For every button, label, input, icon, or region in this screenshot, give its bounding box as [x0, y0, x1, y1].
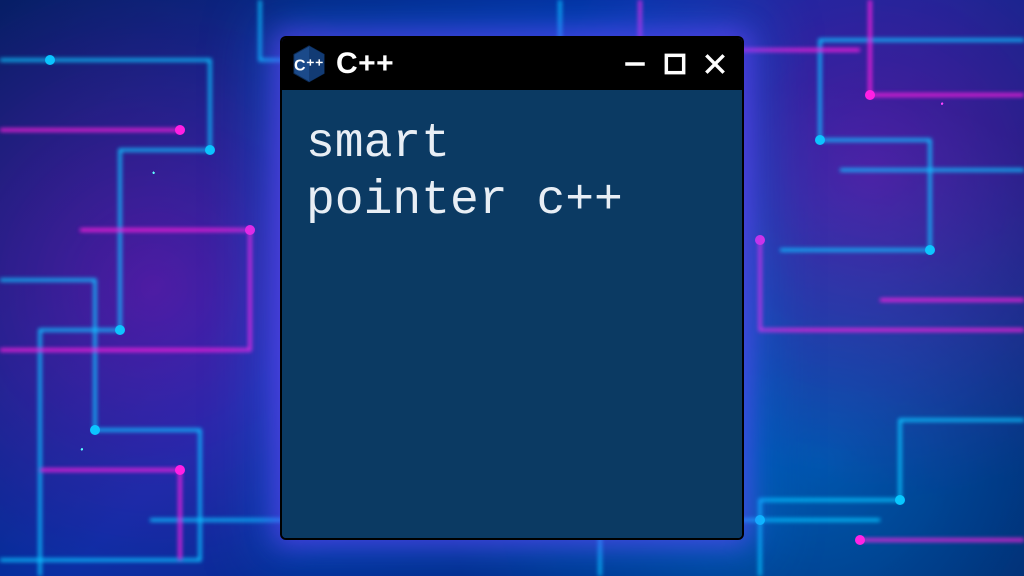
close-button[interactable] — [702, 51, 728, 77]
titlebar[interactable]: C⁺⁺ C++ — [282, 38, 742, 90]
close-icon — [702, 51, 728, 77]
window-controls — [622, 51, 728, 77]
cpp-logo-icon: C⁺⁺ — [292, 45, 326, 83]
maximize-icon — [662, 51, 688, 77]
window-title: C++ — [336, 47, 612, 81]
body-line-1: smart — [306, 117, 450, 171]
maximize-button[interactable] — [662, 51, 688, 77]
svg-text:C⁺⁺: C⁺⁺ — [294, 57, 324, 75]
minimize-button[interactable] — [622, 51, 648, 77]
body-line-2: pointer c++ — [306, 174, 623, 228]
minimize-icon — [622, 51, 648, 77]
app-window: C⁺⁺ C++ smart pointer c++ — [282, 38, 742, 538]
window-body: smart pointer c++ — [282, 90, 742, 538]
